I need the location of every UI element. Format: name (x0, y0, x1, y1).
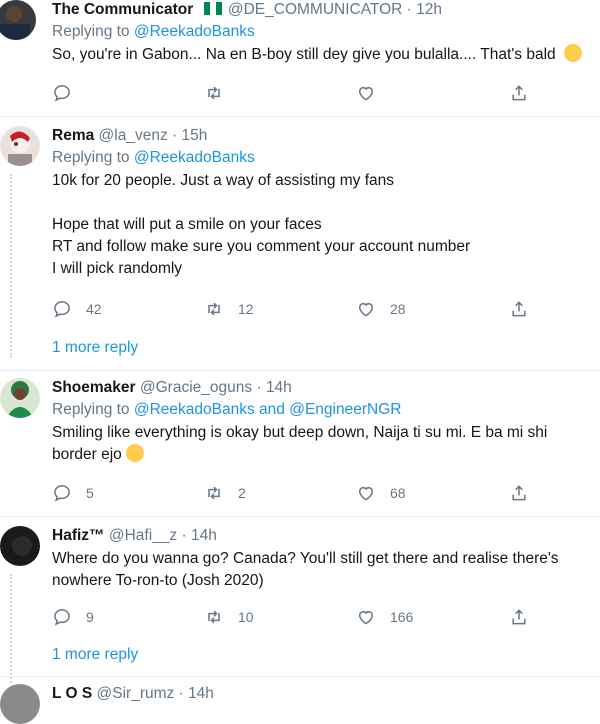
author-handle[interactable]: @Hafi__z (109, 527, 177, 544)
retweet-icon (208, 302, 220, 316)
reply-button[interactable]: 9 (52, 606, 94, 628)
author-name[interactable]: L O S (52, 685, 92, 702)
separator: · (172, 127, 178, 144)
more-reply-link[interactable]: 1 more reply (52, 646, 138, 664)
author-name[interactable]: Hafiz™ (52, 527, 105, 544)
retweet-icon (208, 486, 220, 500)
divider (0, 676, 600, 677)
reply-count: 5 (86, 485, 94, 501)
like-count: 166 (390, 609, 414, 625)
crying-face-emoji (125, 444, 144, 462)
author-name[interactable]: Shoemaker (52, 379, 136, 396)
mention-link[interactable]: @ReekadoBanks (134, 23, 255, 40)
like-button[interactable]: 166 (356, 606, 413, 628)
share-icon (512, 85, 526, 101)
reply-icon (54, 609, 70, 626)
timestamp[interactable]: 14h (191, 527, 217, 544)
retweet-button[interactable]: 10 (204, 606, 254, 628)
author-name[interactable]: The Communicator (52, 1, 193, 18)
avatar[interactable] (0, 684, 40, 724)
reply-button[interactable]: 5 (52, 482, 94, 504)
nigeria-flag-emoji (203, 2, 222, 15)
like-button[interactable]: 68 (356, 482, 406, 504)
reply-button[interactable] (52, 82, 86, 104)
share-icon (512, 301, 526, 317)
tweet-text: So, you're in Gabon... Na en B-boy still… (52, 44, 600, 66)
timestamp[interactable]: 12h (416, 1, 442, 18)
like-button[interactable] (356, 82, 390, 104)
mention-link[interactable]: @ReekadoBanks (134, 149, 255, 166)
timestamp[interactable]: 14h (266, 379, 292, 396)
tweet-text: Where do you wanna go? Canada? You'll st… (52, 550, 559, 589)
retweet-button[interactable]: 12 (204, 298, 254, 320)
share-button[interactable] (509, 298, 529, 320)
mention-link[interactable]: @EngineerNGR (289, 401, 401, 418)
like-button[interactable]: 28 (356, 298, 406, 320)
like-icon (359, 611, 373, 625)
author-name[interactable]: Rema (52, 127, 94, 144)
retweet-count: 10 (238, 609, 254, 625)
share-icon (512, 609, 526, 625)
share-icon (512, 485, 526, 501)
divider (0, 116, 600, 117)
separator: · (256, 379, 262, 396)
author-handle[interactable]: @Sir_rumz (97, 685, 175, 702)
separator: · (178, 685, 184, 702)
replying-to: Replying to @ReekadoBanks (52, 149, 255, 166)
thread-line (10, 174, 14, 358)
face-emoji (563, 44, 582, 62)
tweet-text: Smiling like everything is okay but deep… (52, 424, 548, 463)
author-handle[interactable]: @Gracie_oguns (140, 379, 252, 396)
replying-to: Replying to @ReekadoBanks (52, 23, 255, 40)
avatar[interactable] (0, 0, 36, 40)
tweet-text: 10k for 20 people. Just a way of assisti… (52, 172, 471, 277)
share-button[interactable] (509, 482, 529, 504)
avatar[interactable] (0, 126, 40, 166)
like-count: 28 (390, 301, 406, 317)
share-button[interactable] (509, 82, 529, 104)
reply-icon (54, 485, 70, 502)
reply-count: 42 (86, 301, 102, 317)
mention-and: and (259, 401, 285, 418)
separator: · (406, 1, 412, 18)
divider (0, 516, 600, 517)
retweet-count: 2 (238, 485, 246, 501)
retweet-icon (208, 610, 220, 624)
timestamp[interactable]: 14h (188, 685, 214, 702)
author-handle[interactable]: @DE_COMMUNICATOR (228, 1, 402, 18)
avatar[interactable] (0, 526, 40, 566)
separator: · (181, 527, 187, 544)
like-icon (359, 487, 373, 501)
reply-count: 9 (86, 609, 94, 625)
retweet-button[interactable] (204, 82, 238, 104)
reply-button[interactable]: 42 (52, 298, 102, 320)
divider (0, 370, 600, 371)
replying-to: Replying to @ReekadoBanks and @EngineerN… (52, 401, 402, 418)
author-handle[interactable]: @la_venz (99, 127, 168, 144)
more-reply-link[interactable]: 1 more reply (52, 339, 138, 357)
retweet-count: 12 (238, 301, 254, 317)
avatar[interactable] (0, 378, 40, 418)
share-button[interactable] (509, 606, 529, 628)
reply-icon (54, 85, 70, 102)
like-icon (359, 87, 373, 101)
like-icon (359, 303, 373, 317)
retweet-button[interactable]: 2 (204, 482, 246, 504)
mention-link[interactable]: @ReekadoBanks (134, 401, 255, 418)
like-count: 68 (390, 485, 406, 501)
retweet-icon (208, 86, 220, 100)
reply-icon (54, 301, 70, 318)
timestamp[interactable]: 15h (182, 127, 208, 144)
